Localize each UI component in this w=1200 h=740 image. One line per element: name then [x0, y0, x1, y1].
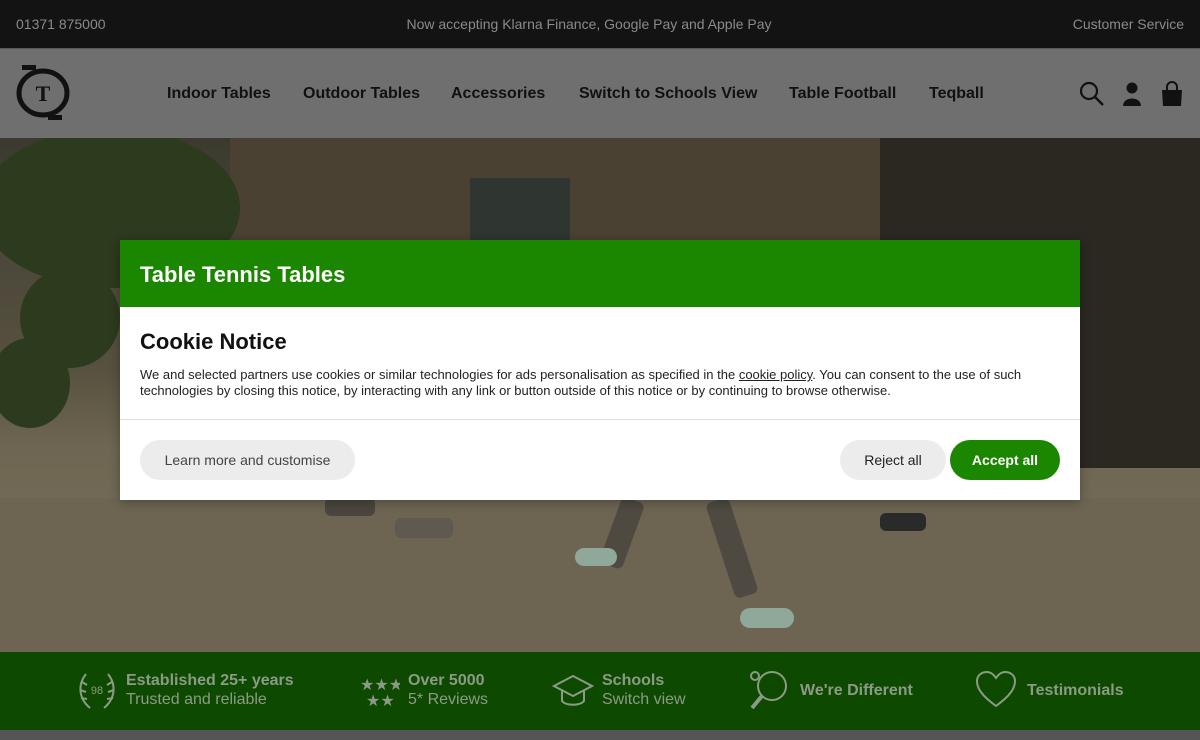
feature-different[interactable]: We're Different	[748, 668, 918, 714]
promo-message: Now accepting Klarna Finance, Google Pay…	[406, 16, 772, 32]
hero-shoe	[880, 513, 926, 531]
hero-shoe	[325, 498, 375, 516]
basket-icon[interactable]	[1159, 81, 1185, 107]
heart-icon	[975, 670, 1017, 708]
feature-different-title: We're Different	[800, 682, 913, 699]
nav-outdoor-tables[interactable]: Outdoor Tables	[303, 85, 420, 103]
hero-shoe	[740, 608, 794, 628]
feature-strip: 98 Established 25+ years Trusted and rel…	[0, 652, 1200, 730]
paddle-icon	[750, 671, 787, 710]
feature-reviews-title: Over 5000	[408, 672, 485, 689]
logo[interactable]: T	[14, 63, 72, 121]
cookie-policy-link[interactable]: cookie policy	[739, 367, 812, 382]
cookie-notice-title: Cookie Notice	[140, 329, 287, 354]
nav-indoor-tables[interactable]: Indoor Tables	[167, 85, 271, 103]
cookie-notice-text: We and selected partners use cookies or …	[140, 367, 1060, 399]
feature-reviews-sub: 5* Reviews	[408, 691, 489, 708]
feature-schools-sub: Switch view	[602, 691, 686, 708]
laurel-badge: 98	[91, 685, 103, 697]
site-header: T Indoor Tables Outdoor Tables Accessori…	[0, 48, 1200, 138]
feature-established-title: Established 25+ years	[126, 672, 294, 689]
modal-brand: Table Tennis Tables	[120, 240, 1080, 307]
reject-all-button[interactable]: Reject all	[840, 440, 946, 480]
logo-letter: T	[36, 81, 51, 106]
page-bottom-edge	[0, 730, 1200, 740]
nav-table-football[interactable]: Table Football	[789, 85, 896, 103]
cookie-modal: Table Tennis Tables Cookie Notice We and…	[120, 240, 1080, 500]
nav-teqball[interactable]: Teqball	[929, 85, 984, 103]
hero-shoe	[395, 518, 453, 538]
cookie-text-start: We and selected partners use cookies or …	[140, 367, 739, 382]
search-icon[interactable]	[1079, 81, 1105, 107]
svg-text:★★: ★★	[366, 691, 395, 710]
account-icon[interactable]	[1119, 81, 1145, 107]
laurel-98-icon: 98	[79, 673, 115, 709]
graduation-cap-icon	[552, 674, 594, 706]
nav-schools-view[interactable]: Switch to Schools View	[579, 85, 757, 103]
nav-accessories[interactable]: Accessories	[451, 85, 545, 103]
hero-shoe	[575, 548, 617, 566]
customer-service-link[interactable]: Customer Service	[1073, 16, 1184, 32]
feature-schools-title: Schools	[602, 672, 665, 689]
feature-established-sub: Trusted and reliable	[126, 691, 267, 708]
hero-ground	[0, 498, 1200, 652]
feature-schools[interactable]: Schools Switch view	[552, 668, 692, 714]
feature-testimonials[interactable]: Testimonials	[975, 668, 1130, 714]
modal-divider	[120, 419, 1080, 420]
feature-established[interactable]: 98 Established 25+ years Trusted and rel…	[76, 668, 306, 714]
feature-reviews[interactable]: ★★★ ★★ Over 5000 5* Reviews	[360, 668, 500, 714]
feature-testimonials-title: Testimonials	[1027, 682, 1124, 699]
accept-all-button[interactable]: Accept all	[950, 440, 1060, 480]
learn-more-button[interactable]: Learn more and customise	[140, 440, 355, 480]
stars-icon: ★★★ ★★	[360, 675, 400, 710]
top-bar: 01371 875000 Now accepting Klarna Financ…	[0, 0, 1200, 48]
